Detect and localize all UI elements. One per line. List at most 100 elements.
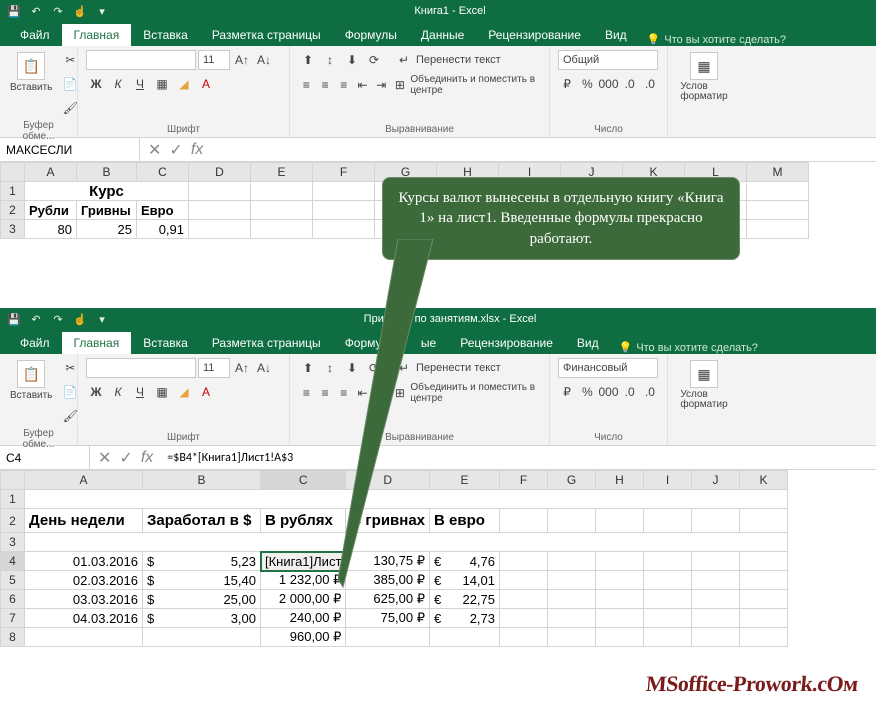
cell[interactable] [740, 590, 788, 609]
cell[interactable] [740, 609, 788, 628]
cell[interactable]: День недели [25, 509, 143, 533]
tab-review[interactable]: Рецензирование [448, 332, 565, 354]
cell[interactable]: В евро [430, 509, 500, 533]
col-header[interactable]: J [692, 471, 740, 490]
increase-font-icon[interactable]: A↑ [232, 50, 252, 70]
cell[interactable] [500, 628, 548, 647]
cell[interactable] [644, 590, 692, 609]
row-header[interactable]: 6 [1, 590, 25, 609]
cell[interactable]: 03.03.2016 [25, 590, 143, 609]
cell[interactable]: $15,40 [143, 571, 261, 590]
merge-center-button[interactable]: Объединить и поместить в центре [410, 74, 541, 96]
font-size-combo[interactable]: 11 [198, 358, 230, 378]
cell[interactable]: €22,75 [430, 590, 500, 609]
bold-button[interactable]: Ж [86, 74, 106, 94]
cancel-formula-icon[interactable]: ✕ [148, 140, 161, 160]
cell[interactable] [500, 571, 548, 590]
cell[interactable] [596, 571, 644, 590]
col-header[interactable]: G [548, 471, 596, 490]
decrease-font-icon[interactable]: A↓ [254, 358, 274, 378]
align-right-icon[interactable]: ≡ [335, 75, 352, 95]
undo-icon[interactable]: ↶ [28, 311, 44, 327]
cell[interactable]: 240,00 ₽ [261, 609, 346, 628]
cell[interactable] [430, 628, 500, 647]
cancel-formula-icon[interactable]: ✕ [98, 448, 111, 468]
name-box[interactable] [0, 138, 140, 161]
cell[interactable] [25, 628, 143, 647]
currency-icon[interactable]: ₽ [558, 74, 576, 94]
tab-formulas[interactable]: Формулы [333, 24, 409, 46]
font-family-combo[interactable] [86, 50, 196, 70]
cell[interactable]: В рублях [261, 509, 346, 533]
fill-color-icon[interactable]: ◢ [174, 382, 194, 402]
increase-decimal-icon[interactable]: .0 [621, 382, 639, 402]
tab-page-layout[interactable]: Разметка страницы [200, 332, 333, 354]
cell[interactable]: €14,01 [430, 571, 500, 590]
currency-icon[interactable]: ₽ [558, 382, 576, 402]
cell[interactable] [143, 628, 261, 647]
font-family-combo[interactable] [86, 358, 196, 378]
col-header[interactable]: K [740, 471, 788, 490]
thousands-icon[interactable]: 000 [599, 74, 619, 94]
cell[interactable] [500, 590, 548, 609]
italic-button[interactable]: К [108, 382, 128, 402]
cell[interactable] [500, 609, 548, 628]
decrease-decimal-icon[interactable]: .0 [641, 382, 659, 402]
paste-button[interactable]: 📋 Вставить [8, 358, 54, 403]
tab-insert[interactable]: Вставка [131, 332, 200, 354]
align-left-icon[interactable]: ≡ [298, 75, 315, 95]
align-left-icon[interactable]: ≡ [298, 383, 315, 403]
redo-icon[interactable]: ↷ [50, 311, 66, 327]
align-top-icon[interactable]: ⬆ [298, 50, 318, 70]
decrease-decimal-icon[interactable]: .0 [641, 74, 659, 94]
increase-indent-icon[interactable]: ⇥ [373, 75, 390, 95]
border-icon[interactable]: ▦ [152, 74, 172, 94]
cell[interactable] [644, 571, 692, 590]
cell[interactable] [692, 552, 740, 571]
align-middle-icon[interactable]: ↕ [320, 50, 340, 70]
font-color-icon[interactable]: A [196, 382, 216, 402]
percent-icon[interactable]: % [578, 74, 596, 94]
qat-more-icon[interactable]: ▾ [94, 3, 110, 19]
cell[interactable]: 04.03.2016 [25, 609, 143, 628]
col-header[interactable]: A [25, 471, 143, 490]
align-bottom-icon[interactable]: ⬇ [342, 50, 362, 70]
enter-formula-icon[interactable]: ✓ [169, 140, 182, 160]
align-center-icon[interactable]: ≡ [317, 383, 334, 403]
increase-font-icon[interactable]: A↑ [232, 358, 252, 378]
select-all-corner[interactable] [1, 471, 25, 490]
cell[interactable] [692, 571, 740, 590]
undo-icon[interactable]: ↶ [28, 3, 44, 19]
cell[interactable] [346, 628, 430, 647]
cell[interactable]: 625,00 ₽ [346, 590, 430, 609]
row-header[interactable]: 2 [1, 201, 25, 220]
cell[interactable] [740, 571, 788, 590]
row-header[interactable]: 3 [1, 533, 25, 552]
col-header[interactable]: D [189, 163, 251, 182]
cell[interactable]: $25,00 [143, 590, 261, 609]
col-header[interactable]: F [500, 471, 548, 490]
conditional-formatting-button[interactable]: ▦ Услов форматир [676, 358, 732, 412]
col-header[interactable]: B [77, 163, 137, 182]
tab-page-layout[interactable]: Разметка страницы [200, 24, 333, 46]
tab-view[interactable]: Вид [593, 24, 639, 46]
select-all-corner[interactable] [1, 163, 25, 182]
row-header[interactable]: 1 [1, 490, 25, 509]
save-icon[interactable]: 💾 [6, 3, 22, 19]
tell-me-search[interactable]: 💡 Что вы хотите сделать? [647, 33, 786, 46]
row-header[interactable]: 3 [1, 220, 25, 239]
touch-mode-icon[interactable]: ☝ [72, 3, 88, 19]
cell[interactable]: 25 [77, 220, 137, 239]
cell[interactable]: Заработал в $ [143, 509, 261, 533]
cell[interactable] [548, 609, 596, 628]
cell[interactable]: 80 [25, 220, 77, 239]
orientation-icon[interactable]: ⟳ [364, 50, 384, 70]
fill-color-icon[interactable]: ◢ [174, 74, 194, 94]
decrease-indent-icon[interactable]: ⇤ [354, 75, 371, 95]
decrease-font-icon[interactable]: A↓ [254, 50, 274, 70]
cell[interactable] [644, 552, 692, 571]
row-header[interactable]: 4 [1, 552, 25, 571]
cell[interactable] [692, 590, 740, 609]
tab-home[interactable]: Главная [62, 24, 132, 46]
cell[interactable]: 1 232,00 ₽ [261, 571, 346, 590]
